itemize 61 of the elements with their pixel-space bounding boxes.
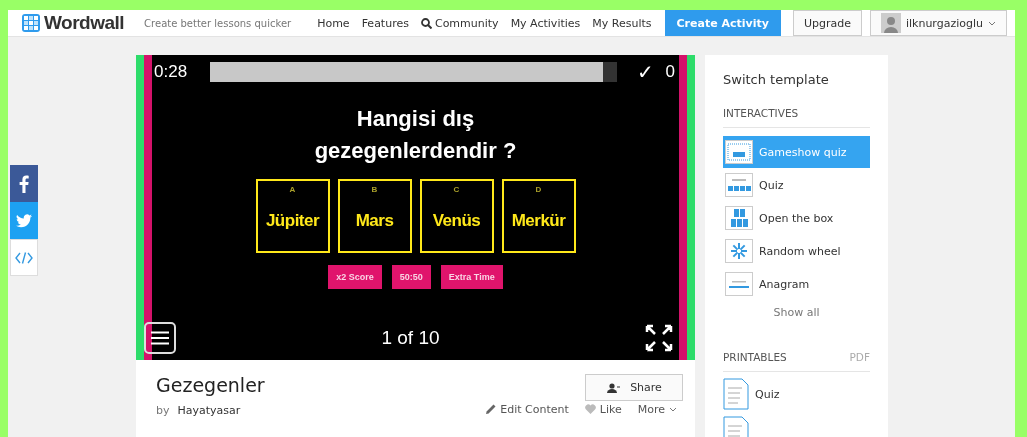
- author-link[interactable]: Hayatyasar: [177, 404, 241, 417]
- template-thumbnail-icon: [725, 140, 753, 164]
- powerup-button[interactable]: 50:50: [391, 264, 431, 289]
- template-thumbnail-icon: [725, 206, 753, 230]
- answer-option[interactable]: B Mars: [337, 178, 412, 253]
- section-heading: PRINTABLES: [723, 351, 787, 363]
- show-all-link[interactable]: Show all: [723, 306, 870, 319]
- menu-button[interactable]: [144, 322, 176, 354]
- template-thumbnail-icon: [725, 239, 753, 263]
- nav-link[interactable]: My Activities: [507, 16, 584, 30]
- nav-link[interactable]: Features: [358, 16, 412, 30]
- chevron-down-icon: [669, 406, 677, 412]
- sidebar-title: Switch template: [723, 72, 830, 87]
- pencil-icon: [486, 404, 497, 414]
- answer-option[interactable]: D Merkür: [501, 178, 576, 253]
- question-counter: 1 of 10: [381, 327, 440, 349]
- template-thumbnail-icon: [725, 173, 753, 197]
- section-heading: INTERACTIVES: [723, 107, 799, 119]
- nav-link[interactable]: Community: [417, 16, 502, 30]
- powerup-button[interactable]: x2 Score: [328, 264, 382, 289]
- user-menu-button[interactable]: ilknurgazioglu: [869, 10, 1007, 36]
- answer-option[interactable]: C Venüs: [419, 178, 494, 253]
- fullscreen-icon[interactable]: [645, 324, 673, 352]
- question-text: Hangisi dış gezegenlerdendir ?: [313, 105, 518, 165]
- person-icon: [606, 382, 621, 393]
- nav-link[interactable]: My Results: [589, 16, 655, 30]
- bird-icon: [16, 213, 32, 228]
- template-item[interactable]: Quiz: [723, 169, 870, 201]
- avatar-icon: [880, 13, 901, 33]
- code-icon: [15, 251, 33, 264]
- search-icon: [420, 17, 432, 29]
- tagline: Create better lessons quicker: [144, 17, 293, 29]
- upgrade-button[interactable]: Upgrade: [792, 10, 862, 36]
- like-link[interactable]: Like: [578, 402, 628, 416]
- template-item[interactable]: Anagram: [723, 268, 870, 300]
- heart-icon: [584, 404, 596, 414]
- more-link[interactable]: More: [631, 402, 683, 416]
- printable-item[interactable]: Quiz: [723, 378, 870, 410]
- timer: 0:28: [154, 62, 189, 82]
- answer-option[interactable]: A Jüpiter: [255, 178, 330, 253]
- score: 0: [665, 62, 675, 82]
- score-check: ✓: [636, 60, 654, 84]
- logo-wordmark[interactable]: Wordwall: [44, 12, 125, 34]
- pdf-label: PDF: [849, 351, 870, 363]
- share-button[interactable]: [10, 165, 38, 202]
- share-button[interactable]: Share: [585, 374, 683, 401]
- powerup-button[interactable]: Extra Time: [440, 264, 503, 289]
- logo-icon: [22, 14, 40, 32]
- edit-link[interactable]: Edit Content: [480, 402, 575, 416]
- embed-button[interactable]: [10, 239, 38, 276]
- menu-icon: [151, 331, 169, 345]
- template-thumbnail-icon: [725, 272, 753, 296]
- activity-title: Gezegenler: [156, 374, 266, 396]
- by-label: by: [156, 404, 170, 417]
- share-button[interactable]: [10, 202, 38, 239]
- facebook-icon: [19, 174, 29, 193]
- chevron-down-icon: [988, 20, 996, 26]
- worksheet-icon: [723, 378, 749, 410]
- nav-link[interactable]: Home: [314, 16, 353, 30]
- template-item[interactable]: Open the box: [723, 202, 870, 234]
- template-item[interactable]: Random wheel: [723, 235, 870, 267]
